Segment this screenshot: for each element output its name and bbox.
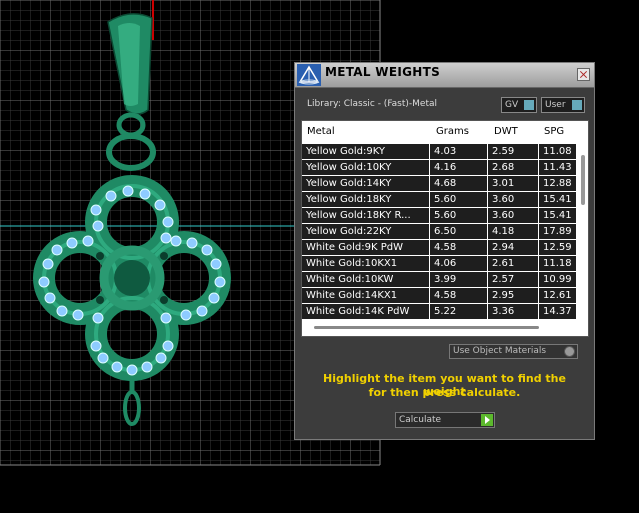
table-row[interactable]: Yellow Gold:22KY 6.50 4.18 17.89 <box>302 224 576 240</box>
spg-cell: 12.59 <box>539 240 576 255</box>
dwt-cell: 2.57 <box>488 272 538 287</box>
table-row[interactable]: Yellow Gold:9KY 4.03 2.59 11.08 <box>302 144 576 160</box>
panel-title: METAL WEIGHTS <box>325 65 441 79</box>
use-object-materials-dropdown[interactable]: Use Object Materials <box>449 344 578 359</box>
calculate-label: Calculate <box>399 415 442 425</box>
metal-cell: Yellow Gold:18KY <box>302 192 429 207</box>
spg-cell: 12.88 <box>539 176 576 191</box>
pyramid-icon <box>297 64 321 86</box>
dwt-cell: 2.94 <box>488 240 538 255</box>
gv-toggle[interactable]: GV <box>501 97 537 113</box>
scroll-thumb[interactable] <box>581 155 585 205</box>
metal-cell: White Gold:10KX1 <box>302 256 429 271</box>
grams-cell: 4.58 <box>430 240 487 255</box>
grams-cell: 4.03 <box>430 144 487 159</box>
grams-cell: 4.06 <box>430 256 487 271</box>
grams-cell: 4.68 <box>430 176 487 191</box>
metal-table[interactable]: Metal Grams DWT SPG Yellow Gold:9KY 4.03 2… <box>301 120 589 337</box>
grams-cell: 3.99 <box>430 272 487 287</box>
table-row[interactable]: Yellow Gold:10KY 4.16 2.68 11.43 <box>302 160 576 176</box>
calculate-button[interactable]: Calculate <box>395 412 495 428</box>
spg-cell: 14.37 <box>539 304 576 319</box>
dwt-cell: 2.95 <box>488 288 538 303</box>
metal-cell: White Gold:10KW <box>302 272 429 287</box>
play-arrow-icon <box>481 414 493 426</box>
grams-cell: 5.22 <box>430 304 487 319</box>
column-header-metal[interactable]: Metal <box>307 126 335 137</box>
dwt-cell: 2.68 <box>488 160 538 175</box>
table-row[interactable]: White Gold:14K PdW 5.22 3.36 14.37 <box>302 304 576 320</box>
metal-cell: Yellow Gold:22KY <box>302 224 429 239</box>
spg-cell: 11.43 <box>539 160 576 175</box>
table-row[interactable]: White Gold:14KX1 4.58 2.95 12.61 <box>302 288 576 304</box>
table-row[interactable]: Yellow Gold:14KY 4.68 3.01 12.88 <box>302 176 576 192</box>
dwt-cell: 3.60 <box>488 192 538 207</box>
spg-cell: 10.99 <box>539 272 576 287</box>
radio-knob-icon <box>564 346 575 357</box>
panel-titlebar[interactable]: METAL WEIGHTS <box>295 63 594 88</box>
gv-toggle-label: GV <box>505 100 519 110</box>
toggle-knob-icon <box>524 100 534 110</box>
table-row[interactable]: White Gold:10KX1 4.06 2.61 11.18 <box>302 256 576 272</box>
dwt-cell: 3.36 <box>488 304 538 319</box>
grams-cell: 6.50 <box>430 224 487 239</box>
metal-cell: White Gold:14KX1 <box>302 288 429 303</box>
library-label: Library: Classic - (Fast)-Metal <box>307 99 438 109</box>
horizontal-scrollbar[interactable] <box>306 324 576 332</box>
metal-cell: Yellow Gold:9KY <box>302 144 429 159</box>
table-header: Metal Grams DWT SPG <box>302 121 574 143</box>
user-toggle-label: User <box>545 100 566 110</box>
use-object-materials-label: Use Object Materials <box>453 346 547 356</box>
scroll-thumb[interactable] <box>314 326 539 329</box>
spg-cell: 11.18 <box>539 256 576 271</box>
metal-cell: White Gold:9K PdW <box>302 240 429 255</box>
spg-cell: 12.61 <box>539 288 576 303</box>
spg-cell: 11.08 <box>539 144 576 159</box>
dwt-cell: 2.59 <box>488 144 538 159</box>
table-row[interactable]: White Gold:10KW 3.99 2.57 10.99 <box>302 272 576 288</box>
grams-cell: 5.60 <box>430 208 487 223</box>
instruction-line-2: for then press calculate. <box>368 386 521 399</box>
metal-cell: Yellow Gold:10KY <box>302 160 429 175</box>
vertical-scrollbar[interactable] <box>580 147 586 309</box>
dwt-cell: 3.01 <box>488 176 538 191</box>
grams-cell: 4.58 <box>430 288 487 303</box>
column-header-spg[interactable]: SPG <box>544 126 564 137</box>
dwt-cell: 4.18 <box>488 224 538 239</box>
table-row[interactable]: White Gold:9K PdW 4.58 2.94 12.59 <box>302 240 576 256</box>
grams-cell: 5.60 <box>430 192 487 207</box>
column-header-grams[interactable]: Grams <box>436 126 469 137</box>
spg-cell: 15.41 <box>539 208 576 223</box>
table-rows: Yellow Gold:9KY 4.03 2.59 11.08 Yellow Gold:… <box>302 144 576 320</box>
toggle-knob-icon <box>572 100 582 110</box>
table-row[interactable]: Yellow Gold:18KY R... 5.60 3.60 15.41 <box>302 208 576 224</box>
metal-cell: Yellow Gold:14KY <box>302 176 429 191</box>
metal-weights-panel: METAL WEIGHTS Library: Classic - (Fast)-… <box>294 62 595 440</box>
close-icon[interactable] <box>577 68 590 81</box>
metal-cell: White Gold:14K PdW <box>302 304 429 319</box>
column-header-dwt[interactable]: DWT <box>494 126 518 137</box>
spg-cell: 17.89 <box>539 224 576 239</box>
metal-cell: Yellow Gold:18KY R... <box>302 208 429 223</box>
spg-cell: 15.41 <box>539 192 576 207</box>
user-toggle[interactable]: User <box>541 97 585 113</box>
dwt-cell: 3.60 <box>488 208 538 223</box>
grams-cell: 4.16 <box>430 160 487 175</box>
table-row[interactable]: Yellow Gold:18KY 5.60 3.60 15.41 <box>302 192 576 208</box>
dwt-cell: 2.61 <box>488 256 538 271</box>
